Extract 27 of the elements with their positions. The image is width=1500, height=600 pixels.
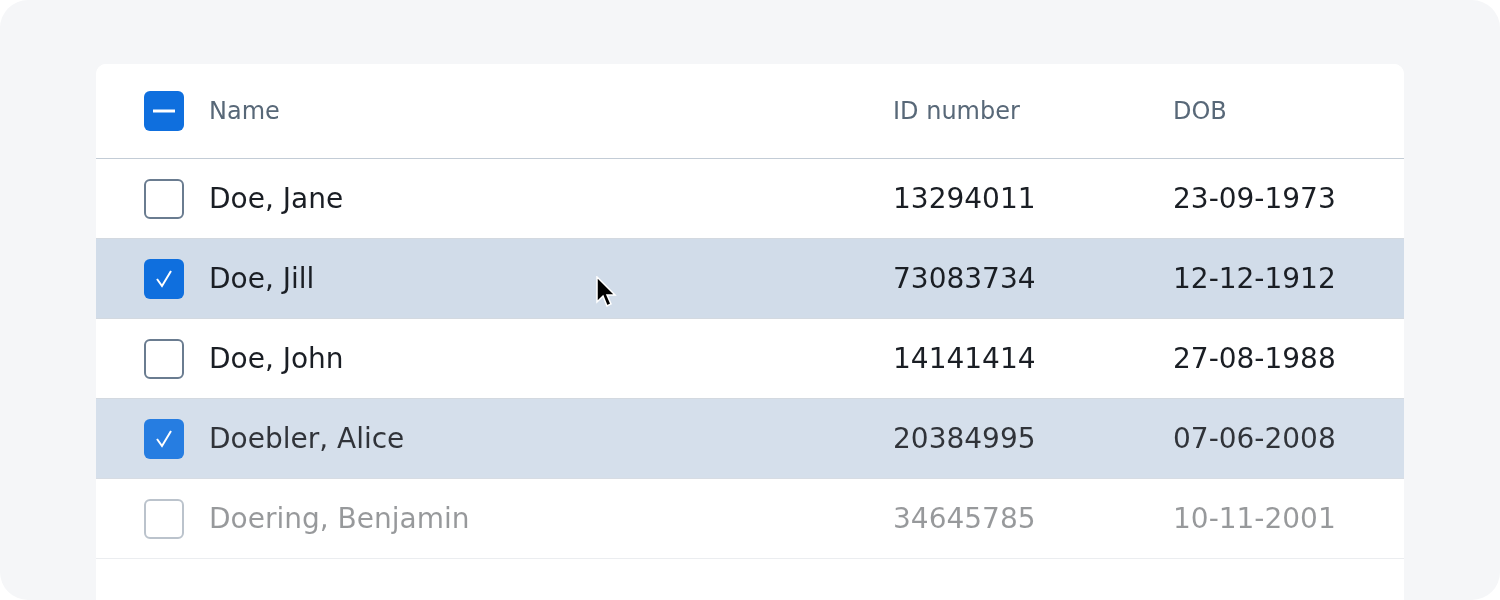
checkmark-icon	[154, 268, 174, 289]
dob-cell: 12-12-1912	[1173, 262, 1336, 295]
row-checkbox[interactable]	[144, 418, 184, 459]
dob-cell: 10-11-2001	[1173, 502, 1336, 535]
row-checkbox[interactable]	[144, 258, 184, 299]
column-header[interactable]: DOB	[1173, 97, 1227, 125]
mouse-pointer-icon	[596, 276, 618, 310]
row-checkbox[interactable]	[144, 178, 184, 219]
column-header[interactable]: ID number	[893, 97, 1020, 125]
name-cell: Doering, Benjamin	[209, 502, 470, 535]
id-cell: 14141414	[893, 342, 1036, 375]
row-checkbox[interactable]	[144, 338, 184, 379]
id-cell: 20384995	[893, 422, 1036, 455]
checkmark-icon	[154, 428, 174, 449]
name-cell: Doe, Jill	[209, 262, 315, 295]
dob-cell: 27-08-1988	[1173, 342, 1336, 375]
name-cell: Doe, John	[209, 342, 344, 375]
dob-cell: 07-06-2008	[1173, 422, 1336, 455]
minus-icon	[153, 109, 175, 113]
name-cell: Doebler, Alice	[209, 422, 405, 455]
id-cell: 73083734	[893, 262, 1036, 295]
name-cell: Doe, Jane	[209, 182, 344, 215]
id-cell: 13294011	[893, 182, 1036, 215]
id-cell: 34645785	[893, 502, 1036, 535]
dob-cell: 23-09-1973	[1173, 182, 1336, 215]
select-all-checkbox[interactable]	[144, 91, 184, 131]
column-header[interactable]: Name	[209, 97, 280, 125]
